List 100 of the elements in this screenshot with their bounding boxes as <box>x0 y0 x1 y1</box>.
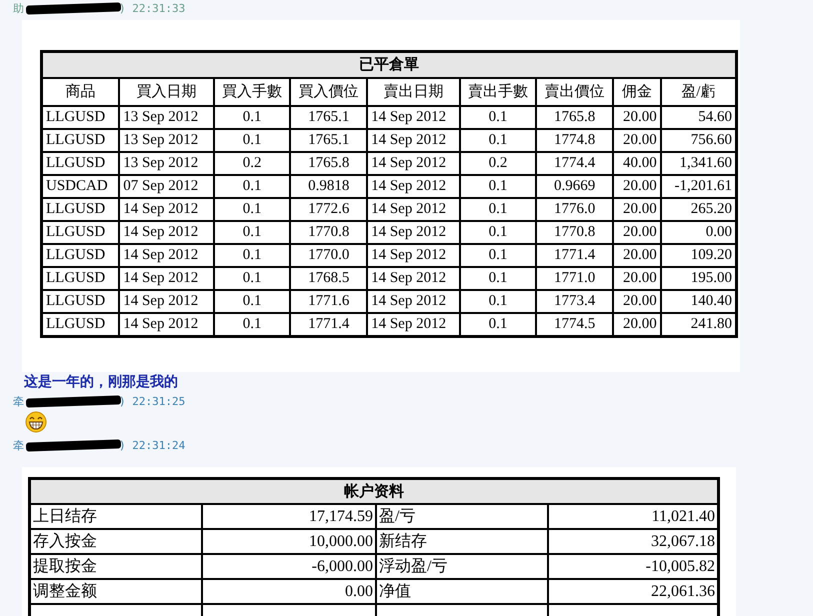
message-time: ) 22:31:24 <box>119 438 186 452</box>
table-cell: 20.00 <box>613 221 661 244</box>
table-cell: 1771.0 <box>536 267 613 290</box>
table-cell: 上日结存 <box>30 504 202 529</box>
message-time: ) 22:31:33 <box>119 2 186 14</box>
table-cell: 13 Sep 2012 <box>119 106 214 129</box>
table-cell: 14 Sep 2012 <box>367 129 460 152</box>
table-cell: 1765.1 <box>290 106 368 129</box>
table-cell: 1770.8 <box>290 221 368 244</box>
table-cell: 14 Sep 2012 <box>367 221 460 244</box>
table-cell: 20.00 <box>613 175 661 198</box>
table-cell: 1768.5 <box>290 267 368 290</box>
table-cell: 20.00 <box>613 198 661 221</box>
column-header: 佣金 <box>613 78 661 106</box>
column-header: 商品 <box>42 78 120 106</box>
table-cell: 0.2 <box>214 152 290 175</box>
table-cell: 0.1 <box>214 244 290 267</box>
table-cell: 盈/亏 <box>376 504 548 529</box>
table-cell: 1765.1 <box>290 129 368 152</box>
table-cell: LLGUSD <box>42 152 120 175</box>
table-cell: 10,000.00 <box>202 529 376 554</box>
column-header: 賣出日期 <box>367 78 460 106</box>
table-cell: 14 Sep 2012 <box>367 175 460 198</box>
table-cell: 提取按金 <box>30 554 202 579</box>
table-cell: 14 Sep 2012 <box>119 244 214 267</box>
table-cell: 20.00 <box>613 129 661 152</box>
table-cell: 1770.0 <box>290 244 368 267</box>
message-time: ) 22:31:25 <box>119 394 186 408</box>
table-cell: 0.2 <box>460 152 536 175</box>
table-cell: 17,174.59 <box>202 504 376 529</box>
table-cell: 20.00 <box>613 290 661 313</box>
table-cell: 0.00 <box>202 579 376 604</box>
table-cell: 0.1 <box>214 106 290 129</box>
table-cell: 0.1 <box>460 267 536 290</box>
sender-name: 助 <box>13 0 24 16</box>
table-cell: LLGUSD <box>42 106 120 129</box>
table-cell: 07 Sep 2012 <box>119 175 214 198</box>
table-cell: 40.00 <box>613 152 661 175</box>
table-cell: 0.1 <box>460 221 536 244</box>
table-cell: 0.1 <box>214 290 290 313</box>
table-cell: -6,000.00 <box>202 554 376 579</box>
table-cell: 0.1 <box>214 198 290 221</box>
table-cell: 0.1 <box>460 175 536 198</box>
table-cell: USDCAD <box>42 175 120 198</box>
table-cell: 1776.0 <box>536 198 613 221</box>
table-cell: LLGUSD <box>42 221 120 244</box>
table-cell: 14 Sep 2012 <box>119 221 214 244</box>
table-cell: LLGUSD <box>42 290 120 313</box>
table-title: 已平倉單 <box>42 52 736 78</box>
table-cell: 1765.8 <box>536 106 613 129</box>
table-cell: 0.1 <box>460 290 536 313</box>
table-cell: 新结存 <box>376 529 548 554</box>
table-cell: 0.9818 <box>290 175 368 198</box>
table-cell: 0.1 <box>214 221 290 244</box>
message-text: 这是一年的，刚那是我的 <box>24 374 178 390</box>
column-header: 賣出價位 <box>536 78 613 106</box>
table-cell: 13 Sep 2012 <box>119 152 214 175</box>
table-cell: 20.00 <box>613 106 661 129</box>
table-cell: 0.1 <box>214 175 290 198</box>
table-cell: 0.1 <box>460 106 536 129</box>
table-cell: 浮动盈/亏 <box>376 554 548 579</box>
table-cell: 14 Sep 2012 <box>367 106 460 129</box>
table-cell: 0.9669 <box>536 175 613 198</box>
table-cell: 1774.4 <box>536 152 613 175</box>
table-cell: 1771.4 <box>536 244 613 267</box>
table-cell: 0.1 <box>460 129 536 152</box>
table-cell: 0.1 <box>460 244 536 267</box>
table-cell: 1773.4 <box>536 290 613 313</box>
table-cell: 20.00 <box>613 244 661 267</box>
table-cell: 1770.8 <box>536 221 613 244</box>
table-cell: 14 Sep 2012 <box>119 290 214 313</box>
column-header: 買入價位 <box>290 78 368 106</box>
table-cell: 1771.6 <box>290 290 368 313</box>
column-header: 買入日期 <box>119 78 214 106</box>
table-cell: 14 Sep 2012 <box>119 198 214 221</box>
table-cell: 1772.6 <box>290 198 368 221</box>
table-title: 帐户资料 <box>30 478 718 504</box>
table-cell: 13 Sep 2012 <box>119 129 214 152</box>
sender-name: 牵 <box>13 394 24 408</box>
table-cell: 0.1 <box>214 129 290 152</box>
table-cell: 存入按金 <box>30 529 202 554</box>
table-cell: LLGUSD <box>42 244 120 267</box>
table-cell: LLGUSD <box>42 129 120 152</box>
table-cell: LLGUSD <box>42 267 120 290</box>
table-cell: 14 Sep 2012 <box>367 267 460 290</box>
table-cell: 20.00 <box>613 267 661 290</box>
column-header: 賣出手數 <box>460 78 536 106</box>
sender-name: 牵 <box>13 438 24 452</box>
column-header: 買入手數 <box>214 78 290 106</box>
table-cell: 调整金额 <box>30 579 202 604</box>
table-cell: 14 Sep 2012 <box>119 267 214 290</box>
table-cell: 净值 <box>376 579 548 604</box>
table-cell: 14 Sep 2012 <box>367 290 460 313</box>
table-cell: 14 Sep 2012 <box>367 152 460 175</box>
table-cell: 14 Sep 2012 <box>367 244 460 267</box>
table-cell: 1774.8 <box>536 129 613 152</box>
table-cell: 1765.8 <box>290 152 368 175</box>
table-cell: 0.1 <box>214 267 290 290</box>
table-cell: LLGUSD <box>42 198 120 221</box>
table-cell: 14 Sep 2012 <box>367 198 460 221</box>
